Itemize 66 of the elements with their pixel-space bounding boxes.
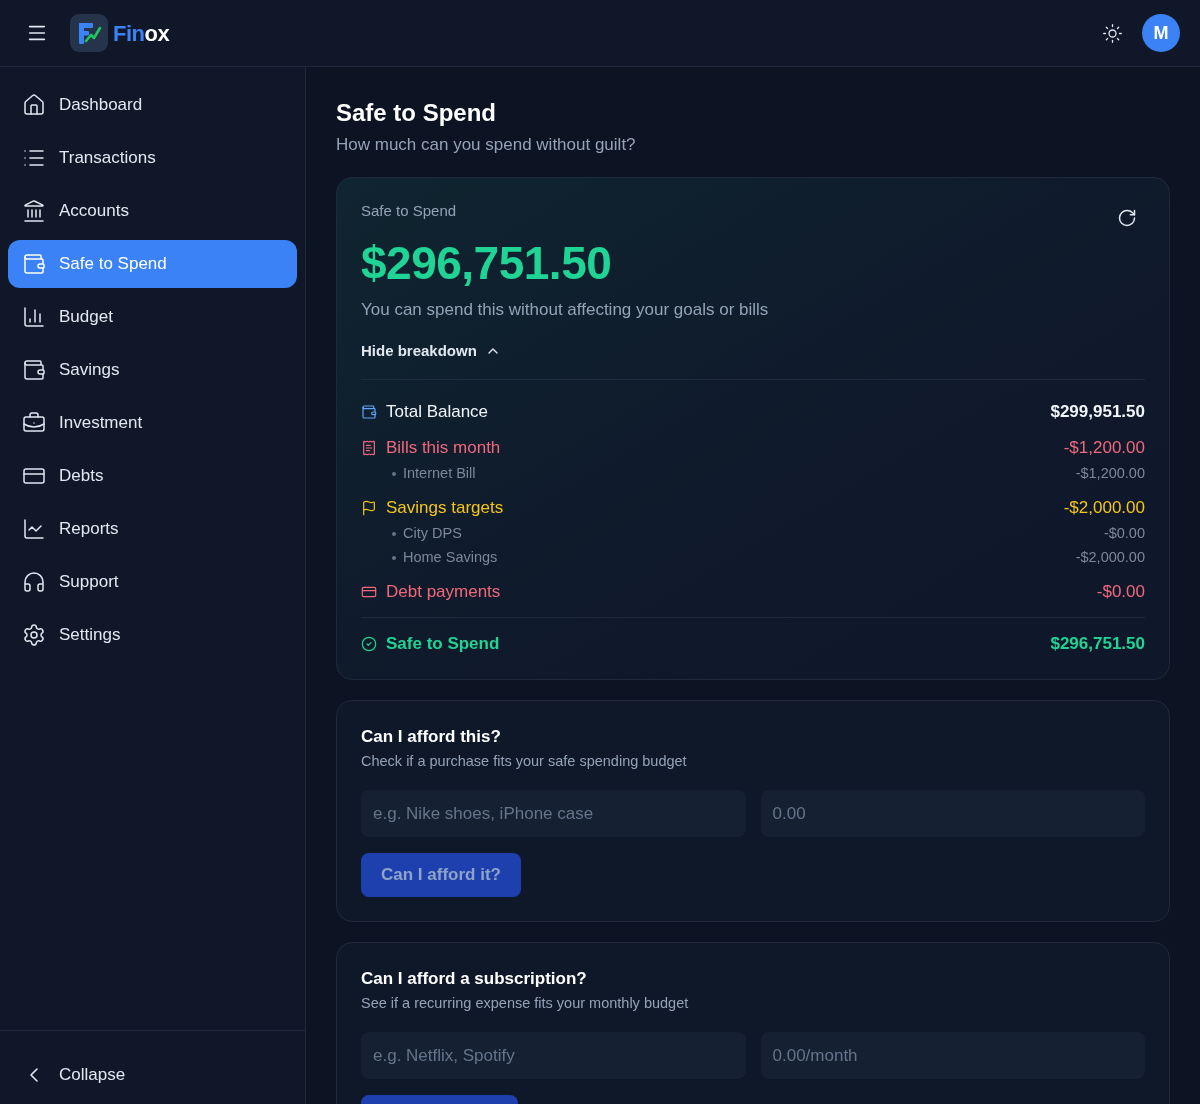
breakdown-amount: $299,951.50: [1050, 401, 1145, 424]
breakdown-toggle[interactable]: Hide breakdown: [361, 341, 501, 361]
sub-item-amount: -$2,000.00: [1075, 548, 1145, 568]
breakdown-amount: -$0.00: [1096, 581, 1145, 604]
breakdown-amount: -$1,200.00: [1063, 437, 1145, 460]
sidebar-item[interactable]: Savings: [8, 346, 297, 394]
monthly-amount-field[interactable]: 0.00/month: [760, 1032, 1145, 1079]
sun-icon: [1102, 22, 1123, 44]
house-icon: [22, 93, 46, 117]
settings-icon: [22, 623, 46, 647]
bank-icon: [22, 199, 46, 223]
card-title: Can I afford a subscription?: [361, 968, 588, 990]
avatar[interactable]: M: [1142, 14, 1180, 52]
bullet-icon: [392, 532, 396, 536]
check-circle-icon: [361, 636, 377, 652]
safe-amount: $296,751.50: [361, 236, 612, 291]
result-label: Safe to Spend: [386, 633, 500, 656]
headphones-icon: [22, 570, 46, 594]
breakdown-amount: -$2,000.00: [1063, 497, 1145, 520]
breakdown-label: Savings targets: [386, 497, 504, 520]
wallet-icon: [22, 358, 46, 382]
wallet-icon: [361, 404, 377, 420]
bar-chart-icon: [22, 305, 46, 329]
refresh-button[interactable]: [1117, 208, 1137, 228]
breakdown-label: Total Balance: [386, 401, 489, 424]
sidebar-item[interactable]: Budget: [8, 293, 297, 341]
sidebar-item[interactable]: Settings: [8, 611, 297, 659]
item-name-field[interactable]: e.g. Nike shoes, iPhone case: [361, 790, 746, 837]
sidebar-item[interactable]: Accounts: [8, 187, 297, 235]
sidebar-item[interactable]: Investment: [8, 399, 297, 447]
sidebar-item[interactable]: Dashboard: [8, 81, 297, 129]
sub-item-label: Internet Bill: [403, 464, 476, 484]
card-subtitle: See if a recurring expense fits your monthly budget: [361, 994, 690, 1013]
flag-icon: [361, 500, 377, 516]
sub-item-amount: -$1,200.00: [1075, 464, 1145, 484]
subscription-name-field[interactable]: e.g. Netflix, Spotify: [361, 1032, 746, 1079]
result-amount: $296,751.50: [1050, 633, 1145, 656]
amount-field[interactable]: 0.00: [760, 790, 1145, 837]
sidebar-item[interactable]: Support: [8, 558, 297, 606]
summary-description: You can spend this without affecting your goals or bills: [361, 299, 770, 321]
logo-icon: [70, 14, 108, 52]
credit-card-icon: [361, 584, 377, 600]
sub-item-label: City DPS: [403, 524, 462, 544]
bullet-icon: [392, 556, 396, 560]
sidebar-item[interactable]: Transactions: [8, 134, 297, 182]
card-title: Can I afford this?: [361, 726, 502, 748]
page-subtitle: How much can you spend without guilt?: [336, 134, 637, 156]
collapse-button[interactable]: Collapse: [8, 1051, 297, 1099]
briefcase-icon: [22, 411, 46, 435]
sidebar-item[interactable]: Debts: [8, 452, 297, 500]
page-title: Safe to Spend: [336, 98, 498, 128]
sub-item-label: Home Savings: [403, 548, 498, 568]
theme-toggle[interactable]: [1102, 22, 1123, 44]
receipt-icon: [361, 440, 377, 456]
sub-item-amount: -$0.00: [1103, 524, 1145, 544]
sidebar-item[interactable]: Safe to Spend: [8, 240, 297, 288]
breakdown-label: Bills this month: [386, 437, 501, 460]
sidebar-item[interactable]: Reports: [8, 505, 297, 553]
wallet-icon: [22, 252, 46, 276]
refresh-icon: [1117, 208, 1137, 228]
breakdown-label: Debt payments: [386, 581, 501, 604]
bullet-icon: [392, 472, 396, 476]
card-subtitle: Check if a purchase fits your safe spending budget: [361, 752, 688, 771]
logo-text: Finox: [113, 19, 170, 48]
line-chart-icon: [22, 517, 46, 541]
summary-label: Safe to Spend: [361, 202, 457, 220]
